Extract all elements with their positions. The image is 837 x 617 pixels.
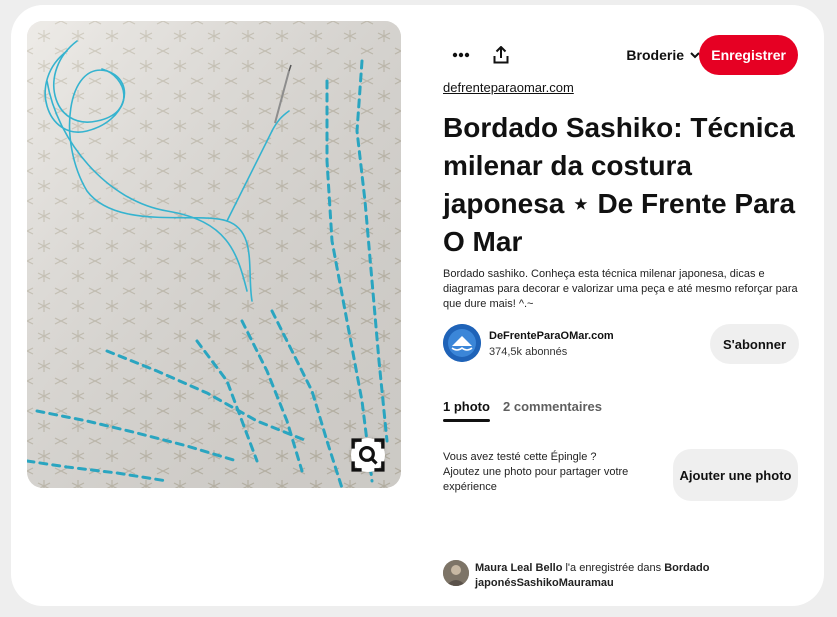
saver-name[interactable]: Maura Leal Bello: [475, 562, 562, 574]
tab-photos-label: 1 photo: [443, 399, 490, 414]
visual-search-icon: [351, 438, 385, 472]
user-avatar-icon: [443, 560, 469, 586]
creator-logo-icon: [443, 324, 481, 362]
visual-search-button[interactable]: [351, 438, 385, 472]
saved-by-row: Maura Leal Bello l'a enregistrée dans Bo…: [443, 560, 743, 594]
saver-avatar[interactable]: [443, 560, 469, 586]
pin-toolbar: Broderie Enregistrer: [443, 35, 798, 75]
tab-comments[interactable]: 2 commentaires: [503, 399, 602, 414]
tried-question: Vous avez testé cette Épingle ?: [443, 451, 597, 463]
creator-name[interactable]: DeFrenteParaOMar.com: [489, 330, 614, 342]
pin-image[interactable]: [27, 21, 401, 488]
share-icon: [493, 46, 509, 64]
pin-photo: [27, 21, 401, 488]
creator-avatar[interactable]: [443, 324, 481, 362]
more-options-button[interactable]: [443, 35, 479, 75]
saved-by-text: Maura Leal Bello l'a enregistrée dans Bo…: [475, 561, 743, 591]
board-selector-label: Broderie: [626, 47, 684, 63]
add-photo-button[interactable]: Ajouter une photo: [673, 449, 798, 501]
source-link[interactable]: defrenteparaomar.com: [443, 80, 574, 95]
pin-title: Bordado Sashiko: Técnica milenar da cost…: [443, 112, 796, 257]
tried-prompt: Vous avez testé cette Épingle ? Ajoutez …: [443, 450, 643, 495]
tab-photos[interactable]: 1 photo: [443, 399, 490, 422]
creator-row: DeFrenteParaOMar.com 374,5k abonnés S'ab…: [443, 324, 799, 368]
tab-active-indicator: [443, 419, 490, 422]
creator-followers: 374,5k abonnés: [489, 346, 568, 358]
saved-by-middle: l'a enregistrée dans: [562, 562, 665, 574]
save-button[interactable]: Enregistrer: [699, 35, 798, 75]
pin-description: Bordado sashiko. Conheça esta técnica mi…: [443, 268, 798, 310]
follow-button[interactable]: S'abonner: [709, 324, 799, 364]
board-selector[interactable]: Broderie: [626, 35, 700, 75]
tried-hint: Ajoutez une photo pour partager votre ex…: [443, 466, 629, 493]
more-icon: [452, 52, 470, 58]
pin-card: Broderie Enregistrer defrenteparaomar.co…: [11, 5, 824, 606]
share-button[interactable]: [483, 35, 519, 75]
